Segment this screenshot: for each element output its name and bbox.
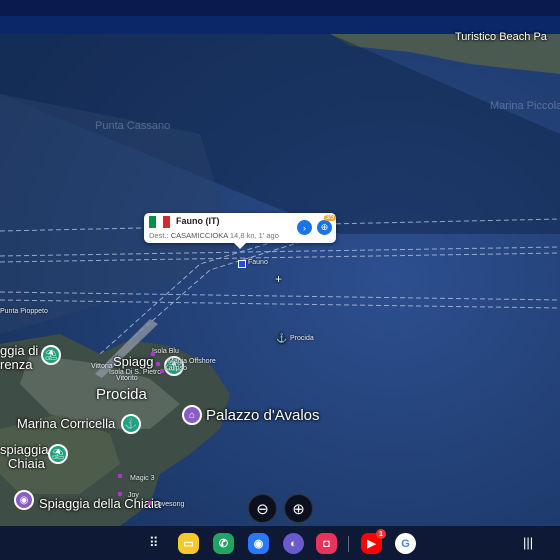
place-label: Chiaia: [8, 456, 45, 471]
beach-poi-icon[interactable]: ⛱: [48, 444, 68, 464]
zoom-out-icon: ⊖: [256, 500, 269, 518]
beach-label: Turistico Beach Pa: [455, 31, 547, 43]
messages-app-icon[interactable]: ◉: [248, 533, 269, 554]
place-label: spiaggia: [0, 442, 49, 457]
boat-label: Kalipso: [164, 365, 187, 372]
place-label: Palazzo d'Avalos: [206, 407, 320, 424]
ghost-label: Marina Piccola: [490, 100, 560, 112]
vessel-popup-details: Dest.: CASAMICCIOKA 14,8 kn, 1' ago: [149, 231, 279, 240]
route-badge: 3/3: [324, 215, 337, 221]
place-label: ggia di: [0, 343, 39, 358]
chevron-right-icon[interactable]: ›: [297, 220, 312, 235]
youtube-app-icon[interactable]: ▶ 1: [361, 529, 386, 554]
anchor-icon: ⚓: [276, 333, 288, 343]
place-label: Spiagg: [113, 354, 154, 369]
place-label: Procida: [290, 335, 314, 342]
notification-badge: 1: [376, 529, 386, 539]
vessel-popup-title: Fauno (IT): [176, 216, 220, 226]
crosshair-icon: +: [275, 272, 283, 286]
apps-grid-icon[interactable]: ⠿: [149, 535, 159, 551]
beach-poi-icon[interactable]: ⛱: [41, 345, 61, 365]
boat-marker[interactable]: [118, 492, 122, 496]
zoom-in-button[interactable]: ⊕: [284, 494, 313, 523]
boat-label: Vitorito: [116, 375, 138, 382]
boat-label: Magia Offshore: [168, 358, 216, 365]
place-label: Spiaggia della Chiaia: [39, 496, 162, 511]
boat-marker[interactable]: [156, 362, 160, 366]
zoom-out-button[interactable]: ⊖: [248, 494, 277, 523]
place-label: Punta Pioppeto: [0, 308, 48, 315]
boat-marker[interactable]: [160, 369, 164, 373]
boat-marker[interactable]: [148, 501, 152, 505]
boat-marker[interactable]: [151, 352, 155, 356]
boat-label: Lovesong: [154, 501, 185, 508]
place-label: renza: [0, 357, 33, 372]
internet-app-icon[interactable]: ◐: [283, 533, 304, 554]
marina-poi-icon[interactable]: ⚓: [121, 414, 141, 434]
landmark-poi-icon[interactable]: ⌂: [182, 405, 202, 425]
phone-app-icon[interactable]: ✆: [213, 533, 234, 554]
vessel-marker[interactable]: [238, 260, 246, 268]
italy-flag-icon: [149, 216, 170, 228]
recent-apps-icon[interactable]: |||: [523, 535, 533, 550]
globe-icon[interactable]: ⊕: [317, 220, 332, 235]
landmark-poi-icon[interactable]: ◉: [14, 490, 34, 510]
boat-label: Joy: [128, 492, 139, 499]
taskbar: [0, 526, 560, 560]
vessel-marker-label: Fauno: [248, 259, 268, 266]
zoom-in-icon: ⊕: [292, 500, 305, 518]
vessel-popup[interactable]: Fauno (IT) Dest.: CASAMICCIOKA 14,8 kn, …: [144, 213, 337, 249]
camera-app-icon[interactable]: ◘: [316, 533, 337, 554]
ghost-label: Punta Cassano: [95, 120, 171, 132]
boat-label: Isola Blu: [152, 348, 179, 355]
taskbar-divider: [348, 536, 349, 552]
map-view[interactable]: Turistico Beach Pa Punta Cassano Marina …: [0, 31, 560, 526]
place-label: Marina Corricella: [17, 416, 116, 431]
town-label: Procida: [96, 386, 147, 403]
boat-marker[interactable]: [118, 474, 122, 478]
boat-label: Magic 3: [130, 475, 155, 482]
status-bar: [0, 0, 560, 16]
google-app-icon[interactable]: G: [395, 533, 416, 554]
notes-app-icon[interactable]: ▭: [178, 533, 199, 554]
